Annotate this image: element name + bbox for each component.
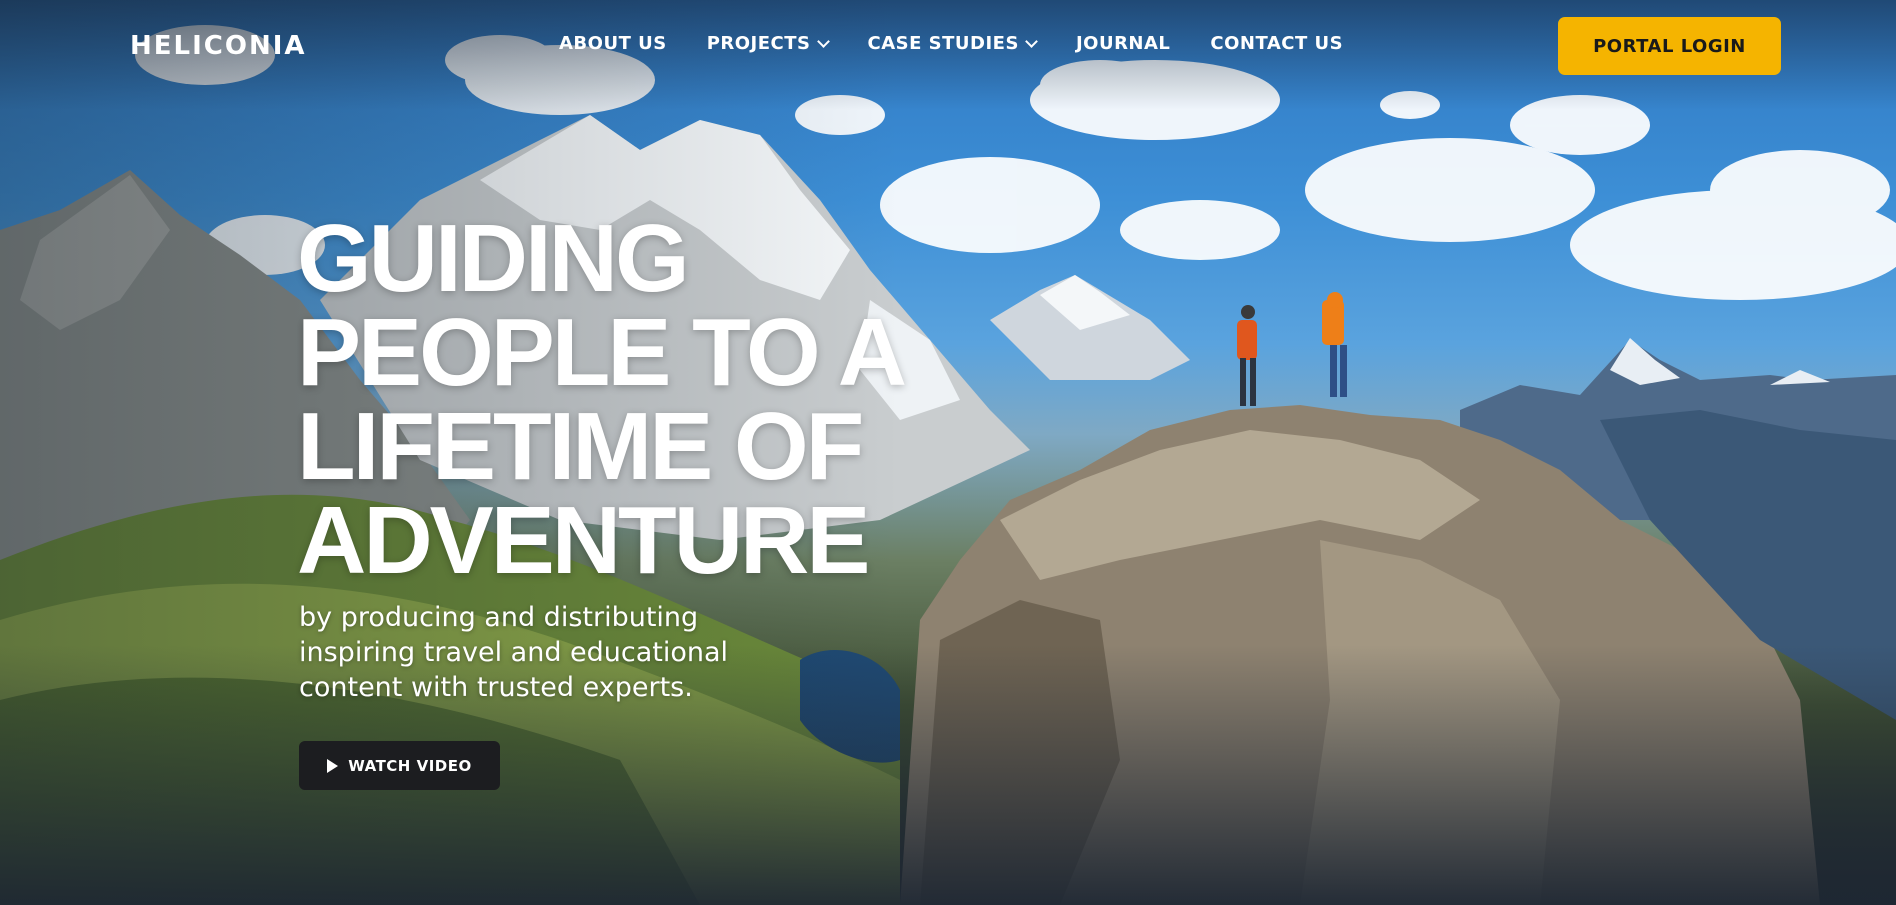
nav-about-us[interactable]: ABOUT US [559, 33, 667, 54]
subtitle-line-3: content with trusted experts. [299, 672, 693, 703]
headline-line-3: LIFETIME OF [297, 393, 864, 500]
subtitle-line-1: by producing and distributing [299, 602, 699, 633]
hikers-illustration [1237, 292, 1347, 406]
nav-case-studies[interactable]: CASE STUDIES [867, 33, 1038, 54]
watch-video-button[interactable]: WATCH VIDEO [299, 741, 500, 790]
hero-section: HELICONIA ABOUT US PROJECTS CASE STUDIES… [0, 0, 1896, 905]
nav-projects-label: PROJECTS [706, 33, 811, 54]
main-menu: ABOUT US PROJECTS CASE STUDIES JOURNAL C… [559, 33, 1343, 54]
headline-line-1: GUIDING [297, 205, 690, 312]
headline-line-2: PEOPLE TO A [297, 299, 907, 406]
nav-about-us-label: ABOUT US [559, 33, 667, 54]
heliconia-logo[interactable]: HELICONIA [130, 31, 307, 61]
subtitle-line-2: inspiring travel and educational [299, 637, 729, 668]
chevron-down-icon [816, 34, 830, 48]
top-navigation: HELICONIA ABOUT US PROJECTS CASE STUDIES… [0, 0, 1896, 92]
nav-projects[interactable]: PROJECTS [706, 33, 830, 54]
bottom-gradient-overlay [0, 645, 1896, 905]
watch-video-label: WATCH VIDEO [348, 756, 472, 775]
nav-contact-us-label: CONTACT US [1210, 33, 1344, 54]
nav-journal[interactable]: JOURNAL [1076, 33, 1170, 54]
hero-subtitle: by producing and distributing inspiring … [299, 600, 759, 705]
headline-line-4: ADVENTURE [297, 487, 870, 594]
nav-journal-label: JOURNAL [1075, 33, 1171, 54]
play-icon [327, 758, 339, 773]
nav-contact-us[interactable]: CONTACT US [1210, 33, 1343, 54]
chevron-down-icon [1025, 34, 1038, 48]
portal-login-button[interactable]: PORTAL LOGIN [1558, 17, 1781, 75]
nav-case-studies-label: CASE STUDIES [867, 33, 1019, 54]
hero-headline: GUIDING PEOPLE TO A LIFETIME OF ADVENTUR… [297, 205, 917, 594]
